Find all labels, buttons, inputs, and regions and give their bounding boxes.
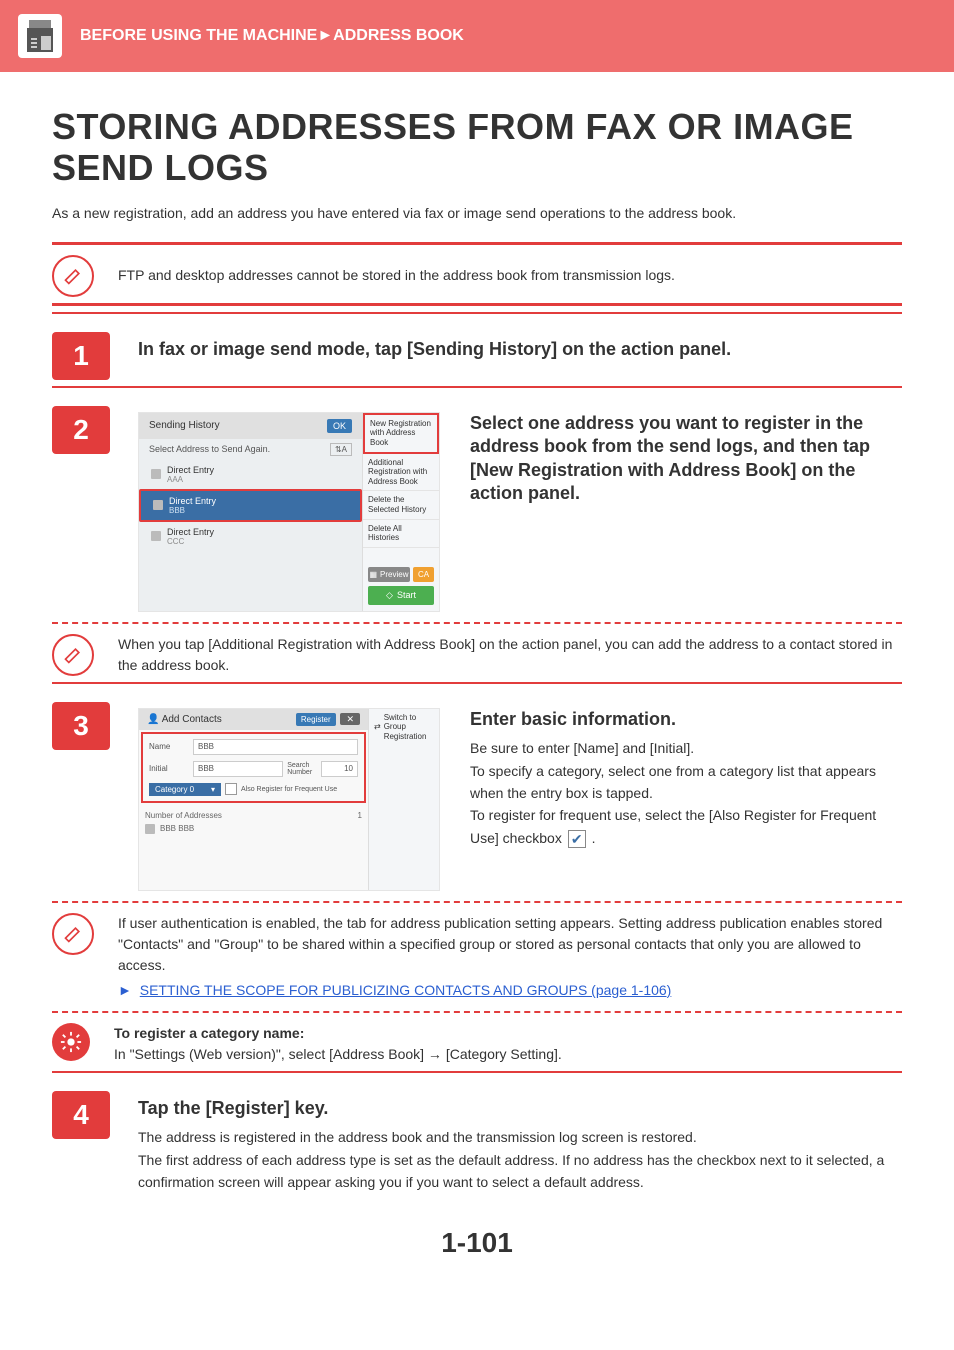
intro-text: As a new registration, add an address yo… <box>52 203 902 224</box>
fax-icon <box>151 469 161 479</box>
fax-icon <box>145 824 155 834</box>
step-divider <box>52 682 902 684</box>
sending-history-screenshot: Sending History OK Select Address to Sen… <box>138 412 440 612</box>
step-number: 1 <box>52 332 110 380</box>
action-delete-all[interactable]: Delete All Histories <box>363 520 439 548</box>
copier-icon <box>18 14 62 58</box>
pencil-note-icon <box>52 913 94 955</box>
register-button[interactable]: Register <box>296 713 336 726</box>
top-note: FTP and desktop addresses cannot be stor… <box>52 255 902 297</box>
preview-button[interactable]: ▦Preview <box>368 567 410 582</box>
preview-icon: ▦ <box>369 570 377 579</box>
step2-tip-text: When you tap [Additional Registration wi… <box>118 634 902 676</box>
search-number-field[interactable]: 10 <box>321 761 358 777</box>
step-divider <box>52 1071 902 1073</box>
step4-p1: The address is registered in the address… <box>138 1126 902 1148</box>
step2-tip: When you tap [Additional Registration wi… <box>52 634 902 676</box>
pencil-note-icon <box>52 255 94 297</box>
auth-note: If user authentication is enabled, the t… <box>52 913 902 1001</box>
step-number: 3 <box>52 702 110 750</box>
history-entry[interactable]: Direct EntryCCC <box>139 522 362 551</box>
start-button[interactable]: ◇Start <box>368 586 434 605</box>
dashed-divider <box>52 901 902 903</box>
auth-note-text: If user authentication is enabled, the t… <box>118 913 902 976</box>
fax-icon <box>151 531 161 541</box>
step4-p2: The first address of each address type i… <box>138 1149 902 1194</box>
category-note: To register a category name: In "Setting… <box>52 1023 902 1065</box>
step3-p2: To specify a category, select one from a… <box>470 760 902 805</box>
action-new-registration[interactable]: New Registration with Address Book <box>363 413 439 454</box>
divider <box>52 242 902 245</box>
frequent-use-checkbox[interactable] <box>225 783 237 795</box>
checkbox-checked-icon: ✔ <box>568 830 586 848</box>
divider <box>52 303 902 306</box>
close-icon[interactable]: ✕ <box>340 713 360 725</box>
step-number: 2 <box>52 406 110 454</box>
add-contacts-screenshot: 👤 Add Contacts Register ✕ NameBBB Initia… <box>138 708 440 891</box>
ok-button[interactable]: OK <box>327 419 352 433</box>
top-note-text: FTP and desktop addresses cannot be stor… <box>118 265 675 286</box>
switch-group-action[interactable]: ⇄Switch to Group Registration <box>369 709 439 746</box>
category-select[interactable]: Category 0▾ <box>149 783 221 796</box>
ca-button[interactable]: CA <box>413 567 434 582</box>
category-heading: To register a category name: <box>114 1023 562 1044</box>
step-4: 4 Tap the [Register] key. The address is… <box>52 1091 902 1194</box>
action-delete-selected[interactable]: Delete the Selected History <box>363 491 439 519</box>
breadcrumb: BEFORE USING THE MACHINE►ADDRESS BOOK <box>80 27 464 45</box>
pencil-note-icon <box>52 634 94 676</box>
shot-title: Sending History <box>149 420 220 431</box>
page-number: 1-101 <box>0 1227 954 1259</box>
start-icon: ◇ <box>386 590 393 601</box>
category-text: In "Settings (Web version)", select [Add… <box>114 1044 562 1065</box>
step-1: 1 In fax or image send mode, tap [Sendin… <box>52 332 902 380</box>
step2-heading: Select one address you want to register … <box>470 412 902 506</box>
name-field[interactable]: BBB <box>193 739 358 755</box>
step-3: 3 👤 Add Contacts Register ✕ NameBBB <box>52 702 902 891</box>
step3-p3: To register for frequent use, select the… <box>470 804 902 849</box>
address-item[interactable]: BBB BBB <box>145 822 362 836</box>
shot-subtitle: Select Address to Send Again. <box>149 444 270 454</box>
swap-icon: ⇄ <box>374 722 381 732</box>
page-title: STORING ADDRESSES FROM FAX OR IMAGE SEND… <box>52 106 902 189</box>
step-divider <box>52 312 902 314</box>
fax-icon <box>153 500 163 510</box>
step-2: 2 Sending History OK Select Address to S… <box>52 406 902 612</box>
history-entry[interactable]: Direct EntryAAA <box>139 460 362 489</box>
header-banner: BEFORE USING THE MACHINE►ADDRESS BOOK <box>0 0 954 72</box>
step3-p1: Be sure to enter [Name] and [Initial]. <box>470 737 902 759</box>
chevron-down-icon: ▾ <box>211 785 215 794</box>
history-entry-selected[interactable]: Direct EntryBBB <box>141 491 360 520</box>
step4-heading: Tap the [Register] key. <box>138 1097 902 1120</box>
sort-icon[interactable]: ⇅A <box>330 443 352 456</box>
dashed-divider <box>52 622 902 624</box>
gear-icon <box>52 1023 90 1061</box>
link-arrow-icon: ► <box>118 982 132 998</box>
step1-heading: In fax or image send mode, tap [Sending … <box>138 338 902 361</box>
initial-field[interactable]: BBB <box>193 761 283 777</box>
person-icon: 👤 <box>147 714 159 725</box>
dashed-divider <box>52 1011 902 1013</box>
step-number: 4 <box>52 1091 110 1139</box>
step-divider <box>52 386 902 388</box>
scope-link[interactable]: SETTING THE SCOPE FOR PUBLICIZING CONTAC… <box>140 982 672 998</box>
step3-heading: Enter basic information. <box>470 708 902 731</box>
action-additional-registration[interactable]: Additional Registration with Address Boo… <box>363 454 439 492</box>
